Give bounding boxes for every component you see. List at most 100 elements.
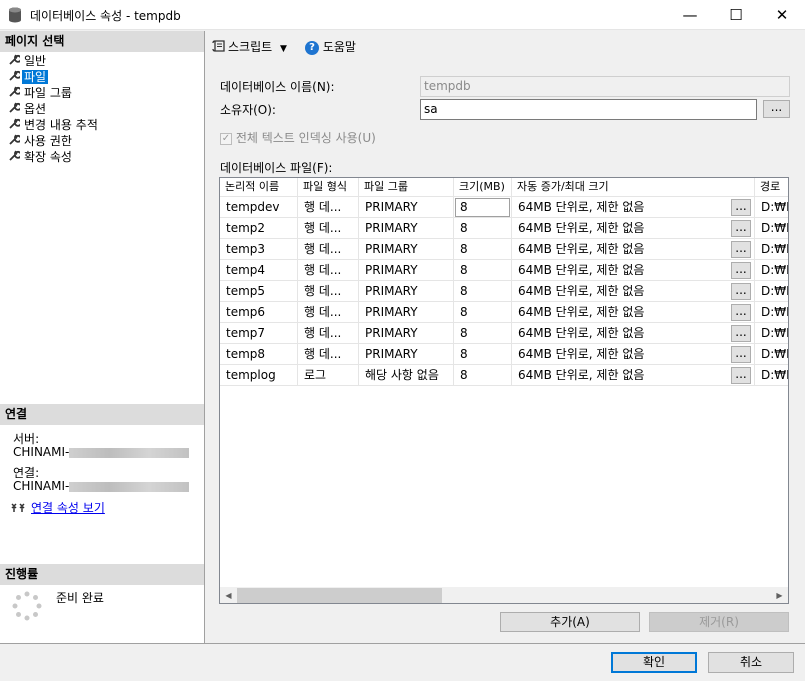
cell-path[interactable]: D:₩P	[755, 239, 788, 260]
nav-item-permissions[interactable]: 사용 권한	[8, 133, 74, 149]
ok-button[interactable]: 확인	[611, 652, 697, 673]
cell-size[interactable]: 8	[454, 365, 512, 386]
cell-autogrowth[interactable]: 64MB 단위로, 제한 없음	[512, 323, 755, 344]
add-button[interactable]: 추가(A)	[500, 612, 640, 632]
owner-field[interactable]: sa	[420, 99, 757, 120]
table-row[interactable]: temp2 행 데... PRIMARY 8 64MB 단위로, 제한 없음... D:₩…	[220, 218, 788, 239]
scroll-right-icon[interactable]: ▶	[771, 587, 788, 603]
cell-logical-name[interactable]: temp8	[220, 344, 298, 365]
cell-path[interactable]: D:₩P	[755, 302, 788, 323]
cell-logical-name[interactable]: tempdev	[220, 197, 298, 218]
autogrowth-browse-button[interactable]: ...	[731, 220, 751, 237]
db-files-grid[interactable]: 논리적 이름 파일 형식 파일 그룹 크기(MB) 자동 증가/최대 크기 경로…	[219, 177, 789, 604]
cell-logical-name[interactable]: temp6	[220, 302, 298, 323]
table-row[interactable]: temp4 행 데... PRIMARY 8 64MB 단위로, 제한 없음... D:₩…	[220, 260, 788, 281]
cell-autogrowth[interactable]: 64MB 단위로, 제한 없음	[512, 281, 755, 302]
autogrowth-browse-button[interactable]: ...	[731, 241, 751, 258]
cell-filegroup[interactable]: PRIMARY	[359, 239, 454, 260]
cancel-button[interactable]: 취소	[708, 652, 794, 673]
table-row[interactable]: temp5 행 데... PRIMARY 8 64MB 단위로, 제한 없음... D:₩…	[220, 281, 788, 302]
autogrowth-browse-button[interactable]: ...	[731, 262, 751, 279]
cell-file-type[interactable]: 행 데...	[298, 323, 359, 344]
table-row[interactable]: templog로그해당 사항 없음864MB 단위로, 제한 없음...D:₩P	[220, 365, 788, 386]
cell-logical-name[interactable]: templog	[220, 365, 298, 386]
cell-filegroup[interactable]: PRIMARY	[359, 197, 454, 218]
cell-logical-name[interactable]: temp2	[220, 218, 298, 239]
autogrowth-browse-button[interactable]: ...	[731, 199, 751, 216]
autogrowth-browse-button[interactable]: ...	[731, 325, 751, 342]
table-row[interactable]: temp7 행 데... PRIMARY 8 64MB 단위로, 제한 없음... D:₩…	[220, 323, 788, 344]
nav-item-general[interactable]: 일반	[8, 53, 48, 69]
cell-size[interactable]: 8	[454, 344, 512, 365]
cell-filegroup[interactable]: PRIMARY	[359, 302, 454, 323]
minimize-button[interactable]: —	[667, 0, 713, 30]
nav-item-filegroups[interactable]: 파일 그룹	[8, 85, 74, 101]
cell-filegroup[interactable]: 해당 사항 없음	[359, 365, 454, 386]
cell-file-type[interactable]: 행 데...	[298, 281, 359, 302]
size-input[interactable]: 8	[455, 198, 510, 217]
cell-filegroup[interactable]: PRIMARY	[359, 323, 454, 344]
autogrowth-browse-button[interactable]: ...	[731, 367, 751, 384]
cell-path[interactable]: D:₩P	[755, 323, 788, 344]
cell-size[interactable]: 8	[454, 281, 512, 302]
view-connection-properties[interactable]: 연결 속성 보기	[11, 499, 105, 516]
cell-size[interactable]: 8	[454, 197, 512, 218]
cell-filegroup[interactable]: PRIMARY	[359, 260, 454, 281]
cell-file-type[interactable]: 행 데...	[298, 218, 359, 239]
cell-autogrowth[interactable]: 64MB 단위로, 제한 없음	[512, 260, 755, 281]
owner-browse-button[interactable]: ...	[763, 100, 790, 118]
cell-size[interactable]: 8	[454, 260, 512, 281]
help-button[interactable]: ? 도움말	[305, 38, 356, 55]
table-row[interactable]: temp8 행 데... PRIMARY 8 64MB 단위로, 제한 없음... D:₩…	[220, 344, 788, 365]
cell-file-type[interactable]: 행 데...	[298, 260, 359, 281]
nav-item-change-tracking[interactable]: 변경 내용 추적	[8, 117, 100, 133]
cell-file-type[interactable]: 행 데...	[298, 302, 359, 323]
col-header-file-type[interactable]: 파일 형식	[298, 178, 359, 197]
cell-autogrowth[interactable]: 64MB 단위로, 제한 없음	[512, 344, 755, 365]
col-header-path[interactable]: 경로	[755, 178, 788, 197]
cell-logical-name[interactable]: temp5	[220, 281, 298, 302]
cell-filegroup[interactable]: PRIMARY	[359, 281, 454, 302]
autogrowth-browse-button[interactable]: ...	[731, 304, 751, 321]
autogrowth-browse-button[interactable]: ...	[731, 283, 751, 300]
cell-logical-name[interactable]: temp7	[220, 323, 298, 344]
close-button[interactable]: ✕	[759, 0, 805, 30]
cell-path[interactable]: D:₩P	[755, 260, 788, 281]
col-header-logical-name[interactable]: 논리적 이름	[220, 178, 298, 197]
cell-autogrowth[interactable]: 64MB 단위로, 제한 없음	[512, 197, 755, 218]
col-header-autogrowth[interactable]: 자동 증가/최대 크기	[512, 178, 755, 197]
table-row[interactable]: temp3 행 데... PRIMARY 8 64MB 단위로, 제한 없음... D:₩…	[220, 239, 788, 260]
view-conn-props-link[interactable]: 연결 속성 보기	[31, 501, 105, 515]
col-header-size[interactable]: 크기(MB)	[454, 178, 512, 197]
cell-file-type[interactable]: 행 데...	[298, 344, 359, 365]
cell-path[interactable]: D:₩P	[755, 197, 788, 218]
scroll-thumb[interactable]	[237, 588, 442, 603]
cell-file-type[interactable]: 행 데...	[298, 197, 359, 218]
cell-autogrowth[interactable]: 64MB 단위로, 제한 없음	[512, 239, 755, 260]
autogrowth-browse-button[interactable]: ...	[731, 346, 751, 363]
cell-path[interactable]: D:₩P	[755, 281, 788, 302]
fulltext-checkbox[interactable]: ✓	[220, 132, 232, 145]
cell-path[interactable]: D:₩P	[755, 344, 788, 365]
cell-path[interactable]: D:₩P	[755, 365, 788, 386]
fulltext-checkbox-row[interactable]: ✓ 전체 텍스트 인덱싱 사용(U)	[220, 129, 376, 146]
maximize-button[interactable]: ☐	[713, 0, 759, 30]
cell-filegroup[interactable]: PRIMARY	[359, 344, 454, 365]
cell-file-type[interactable]: 행 데...	[298, 239, 359, 260]
cell-path[interactable]: D:₩P	[755, 218, 788, 239]
cell-filegroup[interactable]: PRIMARY	[359, 218, 454, 239]
script-button[interactable]: 스크립트 ▼	[212, 38, 287, 56]
cell-logical-name[interactable]: temp4	[220, 260, 298, 281]
cell-size[interactable]: 8	[454, 218, 512, 239]
table-row[interactable]: tempdev 행 데... PRIMARY 8 64MB 단위로, 제한 없음... D…	[220, 197, 788, 218]
cell-autogrowth[interactable]: 64MB 단위로, 제한 없음	[512, 302, 755, 323]
cell-autogrowth[interactable]: 64MB 단위로, 제한 없음	[512, 218, 755, 239]
col-header-filegroup[interactable]: 파일 그룹	[359, 178, 454, 197]
horizontal-scrollbar[interactable]: ◀ ▶	[220, 587, 788, 603]
nav-item-files[interactable]: 파일	[8, 69, 49, 85]
nav-item-options[interactable]: 옵션	[8, 101, 48, 117]
cell-size[interactable]: 8	[454, 323, 512, 344]
remove-button[interactable]: 제거(R)	[649, 612, 789, 632]
cell-size[interactable]: 8	[454, 302, 512, 323]
cell-size[interactable]: 8	[454, 239, 512, 260]
